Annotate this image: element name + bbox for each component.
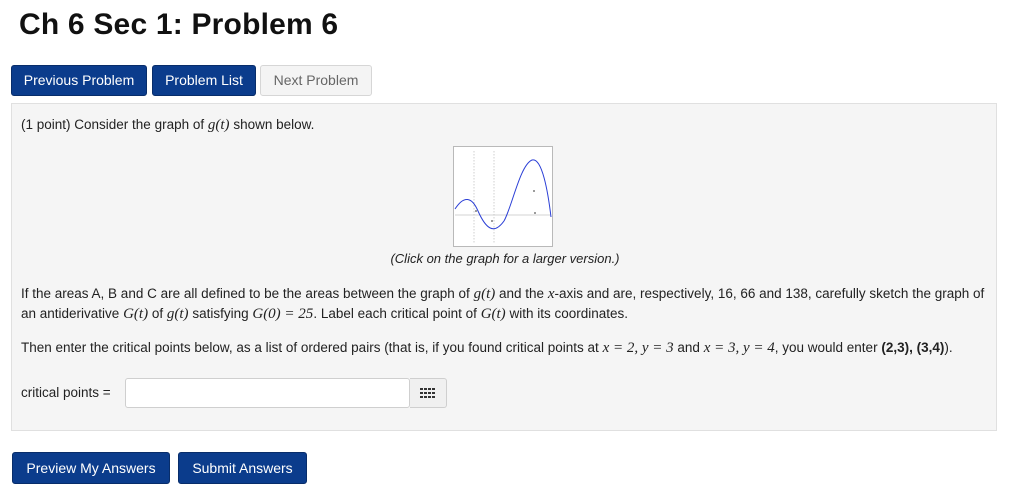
problem-paragraph-1: If the areas A, B and C are all defined … (21, 284, 989, 324)
p1-math-cond: G(0) = 25 (252, 306, 314, 322)
point-marker (534, 212, 536, 214)
graph-caption: (Click on the graph for a larger version… (390, 251, 620, 266)
p2-text-b: and (677, 340, 700, 355)
p2-math-1: x = 2, y = 3 (602, 340, 674, 356)
p1-text-g: with its coordinates. (509, 306, 629, 321)
point-marker (475, 210, 477, 212)
critical-points-input[interactable] (125, 378, 410, 408)
graph-thumbnail[interactable] (453, 146, 553, 247)
problem-panel: (1 point) Consider the graph of g(t) sho… (11, 103, 997, 431)
intro-prefix: (1 point) Consider the graph of (21, 117, 205, 132)
math-palette-button[interactable] (410, 378, 447, 408)
p1-math-g2: g(t) (166, 306, 189, 322)
answer-label: critical points = (21, 385, 111, 400)
graph-image (454, 151, 552, 243)
intro-function: g(t) (207, 117, 230, 133)
p2-example: (2,3), (3,4) (881, 340, 945, 355)
g-curve (454, 159, 552, 230)
preview-answers-button[interactable]: Preview My Answers (12, 452, 170, 484)
p2-math-2: x = 3, y = 4 (703, 340, 775, 356)
p1-text-e: satisfying (192, 306, 249, 321)
intro-suffix: shown below. (233, 117, 315, 132)
p1-text-f: . Label each critical point of (313, 306, 477, 321)
p1-math-G2: G(t) (480, 306, 506, 322)
point-marker (533, 190, 535, 192)
submit-answers-button[interactable]: Submit Answers (178, 452, 307, 484)
previous-problem-button[interactable]: Previous Problem (11, 65, 147, 96)
p1-math-x: x (547, 286, 555, 302)
p1-text-b: and the (499, 286, 545, 301)
problem-paragraph-2: Then enter the critical points below, as… (21, 338, 989, 358)
p1-math-g: g(t) (473, 286, 496, 302)
page-title: Ch 6 Sec 1: Problem 6 (19, 8, 339, 41)
point-marker (491, 220, 493, 222)
p1-math-G: G(t) (123, 306, 149, 322)
problem-intro: (1 point) Consider the graph of g(t) sho… (21, 117, 314, 134)
p2-text-d: ). (944, 340, 953, 355)
next-problem-button[interactable]: Next Problem (260, 65, 372, 96)
grid-keypad-icon (420, 387, 435, 398)
problem-list-button[interactable]: Problem List (152, 65, 256, 96)
p2-text-a: Then enter the critical points below, as… (21, 340, 599, 355)
p1-text-d: of (151, 306, 164, 321)
p1-text-a: If the areas A, B and C are all defined … (21, 286, 470, 301)
p2-text-c: , you would enter (774, 340, 878, 355)
